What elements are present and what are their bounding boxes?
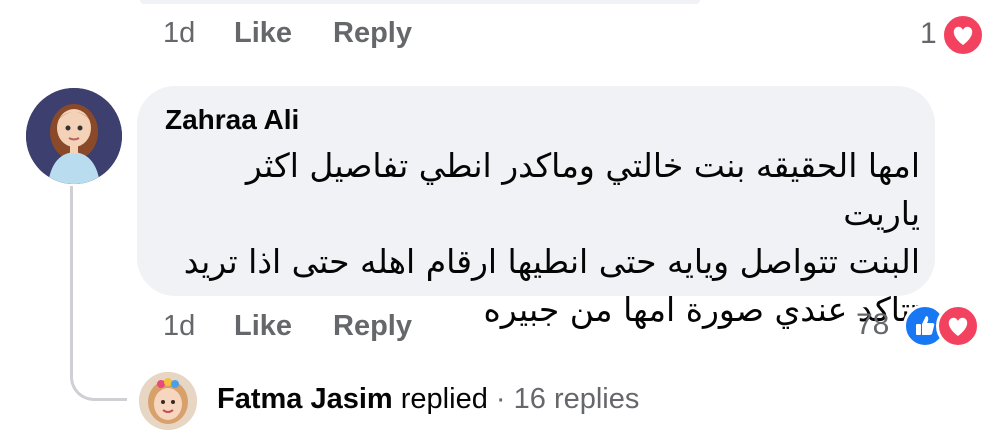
replied-label: replied xyxy=(400,383,488,415)
like-button[interactable]: Like xyxy=(234,310,292,343)
previous-comment-bubble-edge xyxy=(140,0,700,4)
reply-button[interactable]: Reply xyxy=(333,310,412,343)
prev-like-button[interactable]: Like xyxy=(234,17,292,50)
heart-icon xyxy=(941,13,985,57)
view-replies-link[interactable]: Fatma Jasim replied · 16 replies xyxy=(217,383,639,416)
avatar[interactable] xyxy=(26,88,122,184)
reply-author-avatar[interactable] xyxy=(139,372,197,430)
comment-timestamp[interactable]: 1d xyxy=(163,310,195,343)
comment-text-line: امها الحقيقه بنت خالتي وماكدر انطي تفاصي… xyxy=(245,146,920,233)
comment-text: امها الحقيقه بنت خالتي وماكدر انطي تفاصي… xyxy=(160,142,920,334)
prev-reaction-count[interactable]: 1 xyxy=(920,17,937,51)
separator-dot: · xyxy=(495,383,506,415)
thread-connector-line xyxy=(70,186,127,401)
replies-count: 16 replies xyxy=(513,383,640,415)
prev-comment-timestamp[interactable]: 1d xyxy=(163,17,195,50)
reaction-count[interactable]: 78 xyxy=(856,308,889,342)
comment-author-name[interactable]: Zahraa Ali xyxy=(165,104,299,136)
prev-reply-button[interactable]: Reply xyxy=(333,17,412,50)
comment-text-line: البنت تتواصل ويايه حتى انطيها ارقام اهله… xyxy=(183,242,920,281)
reply-author-name: Fatma Jasim xyxy=(217,383,393,415)
heart-icon xyxy=(936,304,980,348)
